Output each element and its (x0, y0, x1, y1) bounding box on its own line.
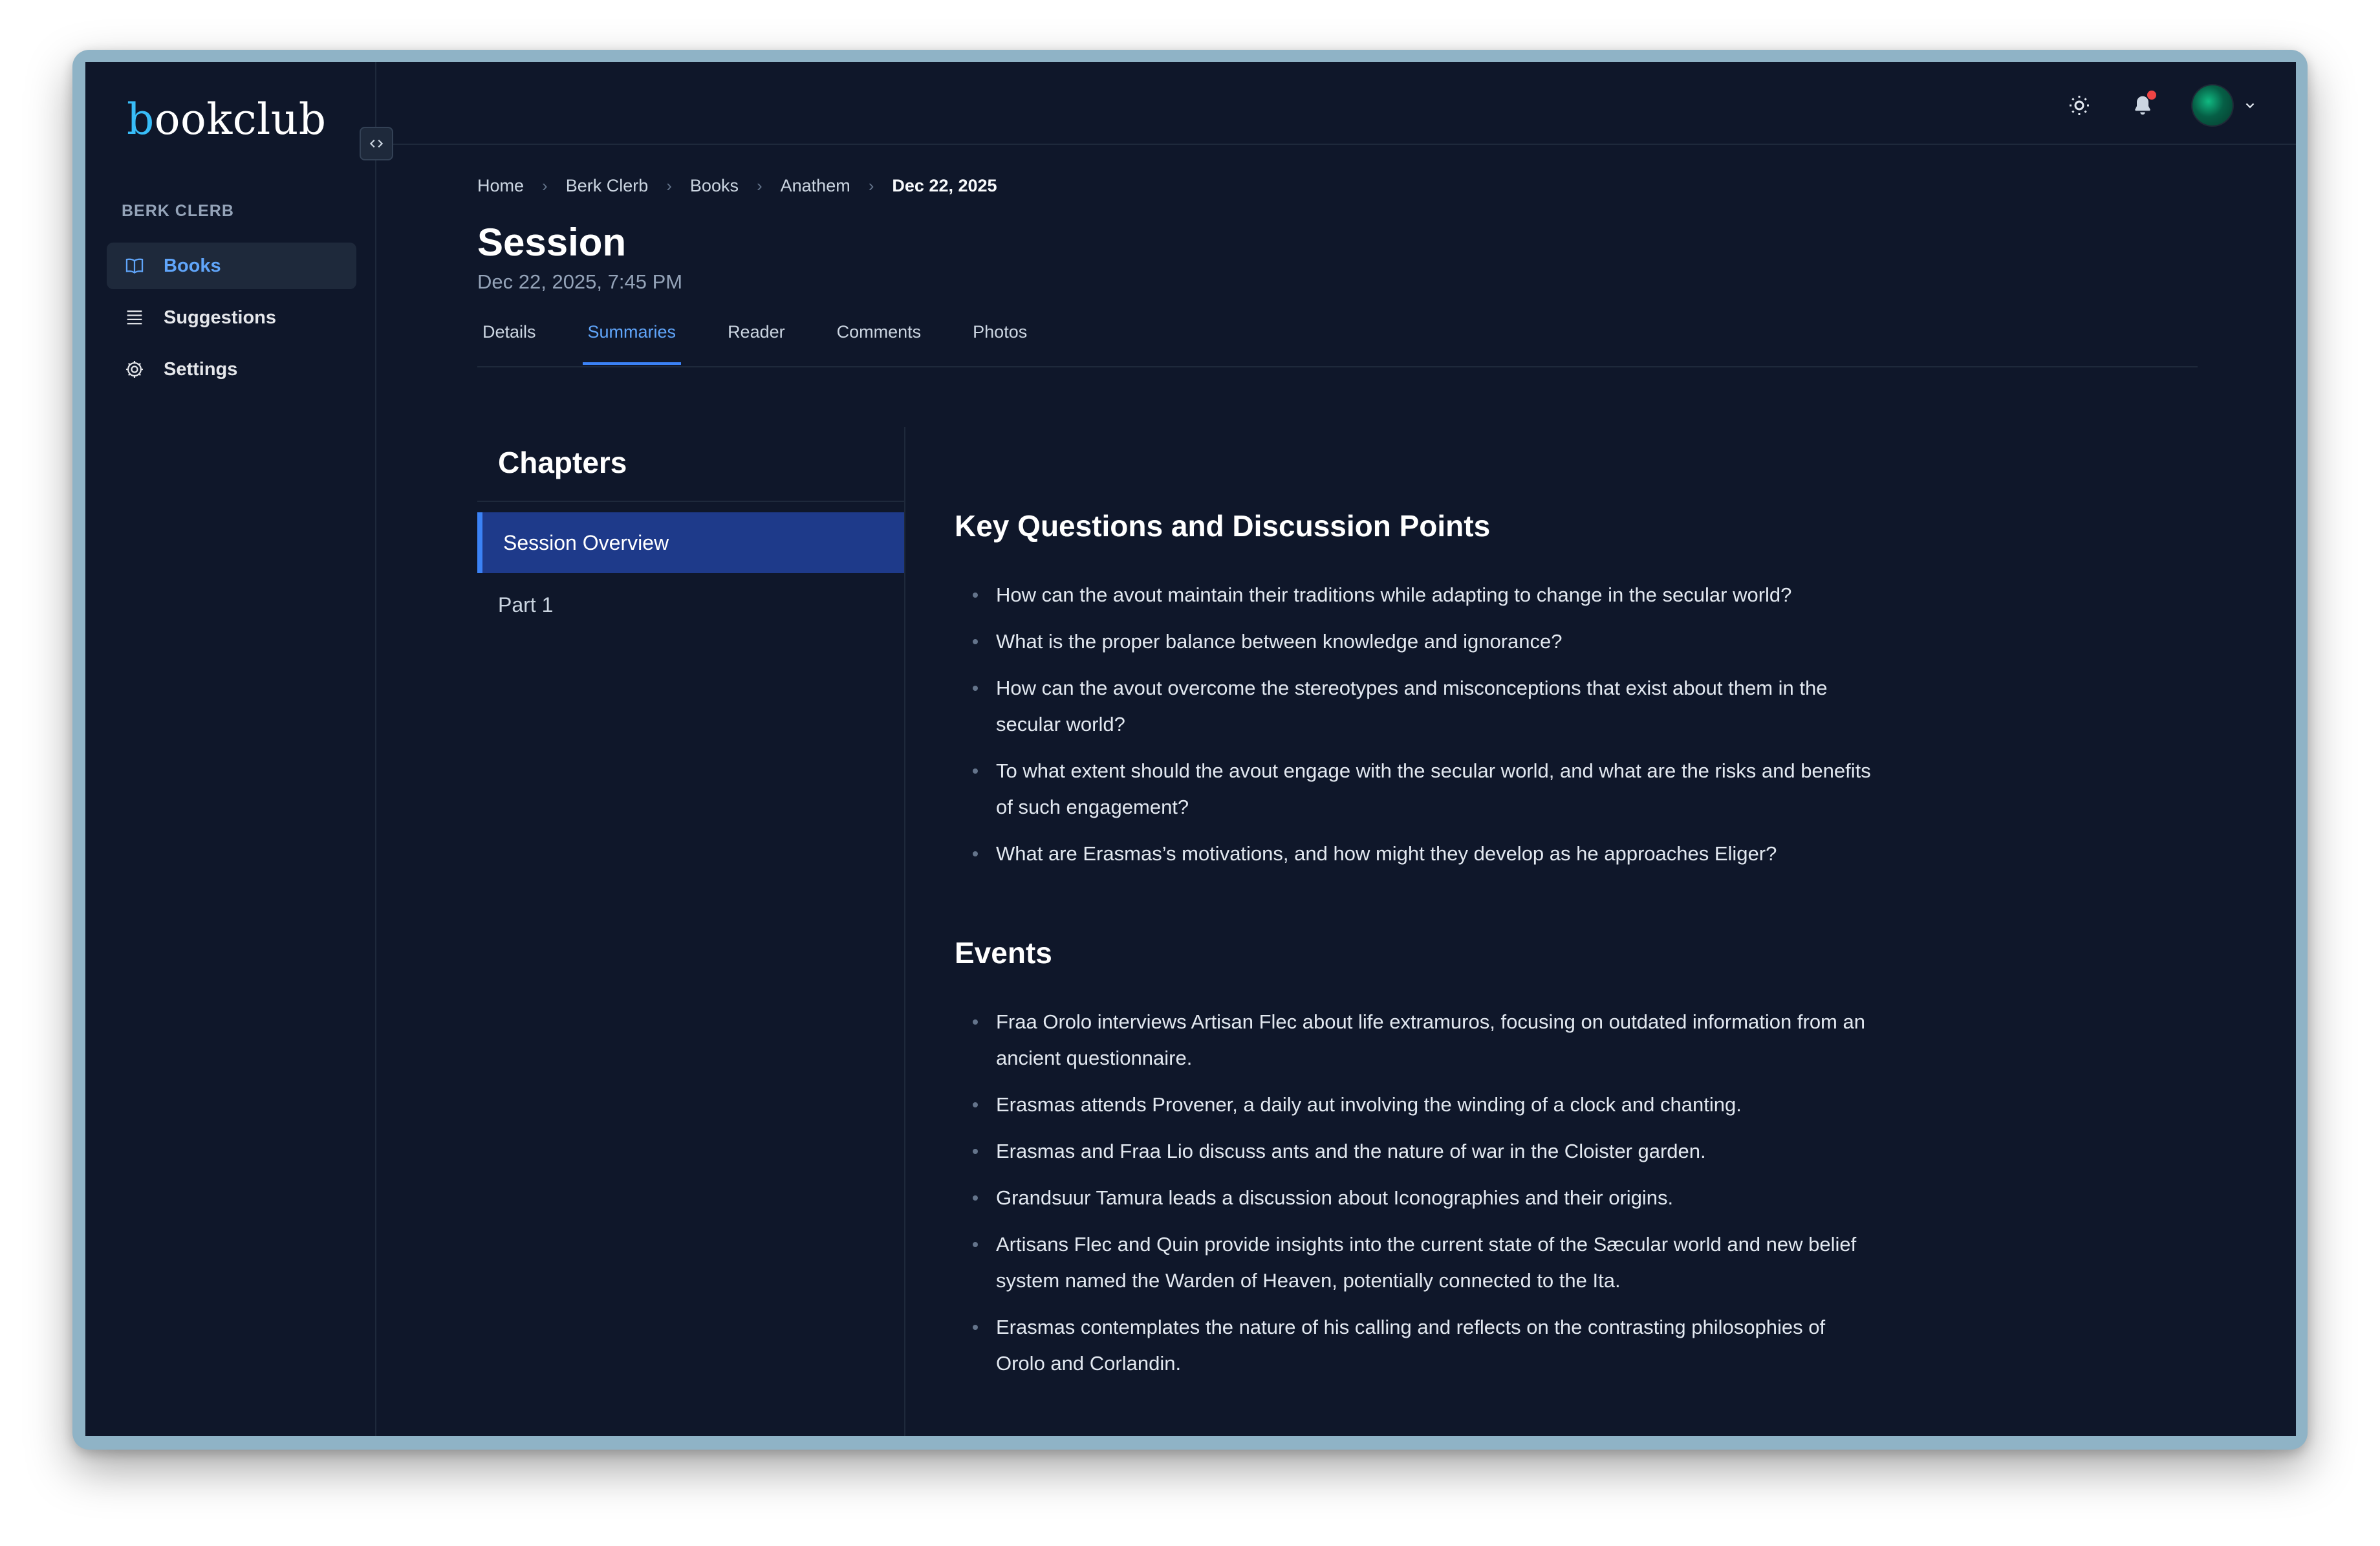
breadcrumb-book[interactable]: Anathem (781, 176, 850, 196)
notifications-button[interactable] (2128, 91, 2158, 120)
logo-mark: b (127, 94, 155, 144)
avatar[interactable] (2191, 84, 2234, 127)
divider (477, 501, 904, 502)
list-item: Grandsuur Tamura leads a discussion abou… (955, 1180, 1879, 1216)
tab-summaries[interactable]: Summaries (582, 320, 682, 365)
chevron-right-icon: › (666, 176, 672, 195)
sidebar-section-label: BERK CLERB (122, 202, 234, 220)
summary-content: Key Questions and Discussion Points How … (955, 508, 1879, 1392)
sidebar-item-label: Suggestions (164, 307, 277, 328)
list-item: Erasmas contemplates the nature of his c… (955, 1309, 1879, 1382)
events-heading: Events (955, 936, 1052, 970)
breadcrumb-current: Dec 22, 2025 (892, 176, 997, 195)
sidebar-toggle-button[interactable] (360, 127, 393, 160)
list-item: Erasmas and Fraa Lio discuss ants and th… (955, 1133, 1879, 1170)
logo-text: ookclub (154, 94, 327, 144)
breadcrumb-club[interactable]: Berk Clerb (566, 176, 649, 196)
sun-icon (2070, 96, 2089, 115)
list-item: How can the avout maintain their traditi… (955, 577, 1879, 613)
gear-icon (122, 357, 147, 382)
tab-bar: Details Summaries Reader Comments Photos (477, 320, 2198, 367)
top-bar (376, 62, 2296, 145)
chevron-down-icon (2245, 103, 2255, 109)
app-logo[interactable]: bookclub (127, 94, 327, 144)
breadcrumb-home[interactable]: Home (477, 176, 524, 196)
list-icon (122, 305, 147, 330)
tab-photos[interactable]: Photos (968, 320, 1032, 365)
chapter-item-session-overview[interactable]: Session Overview (477, 512, 904, 573)
page-subtitle: Dec 22, 2025, 7:45 PM (477, 270, 683, 293)
list-item: Artisans Flec and Quin provide insights … (955, 1226, 1879, 1299)
breadcrumb: Home › Berk Clerb › Books › Anathem › De… (477, 176, 997, 196)
page-title: Session (477, 221, 627, 264)
list-item: How can the avout overcome the stereotyp… (955, 670, 1879, 743)
sidebar-item-label: Settings (164, 358, 238, 380)
key-questions-list: How can the avout maintain their traditi… (955, 577, 1879, 872)
sidebar-item-settings[interactable]: Settings (107, 346, 356, 393)
chapters-panel: Chapters Session Overview Part 1 (477, 427, 905, 1436)
user-menu[interactable] (2191, 84, 2257, 127)
chevron-right-icon: › (542, 176, 548, 195)
chevron-right-icon: › (756, 176, 763, 195)
chapters-heading: Chapters (498, 446, 627, 479)
sidebar-item-books[interactable]: Books (107, 243, 356, 289)
tab-comments[interactable]: Comments (832, 320, 927, 365)
sidebar-item-label: Books (164, 255, 221, 276)
top-bar-actions (2064, 84, 2257, 127)
list-item: Fraa Orolo interviews Artisan Flec about… (955, 1004, 1879, 1076)
key-questions-heading: Key Questions and Discussion Points (955, 509, 1491, 543)
list-item: What are Erasmas’s motivations, and how … (955, 836, 1879, 872)
book-icon (122, 254, 147, 278)
list-item: Erasmas attends Provener, a daily aut in… (955, 1087, 1879, 1123)
chevron-right-icon: › (868, 176, 874, 195)
list-item: To what extent should the avout engage w… (955, 753, 1879, 825)
sidebar-nav: Books Suggestions Settings (107, 243, 356, 398)
notification-dot (2147, 91, 2156, 100)
list-item: What is the proper balance between knowl… (955, 624, 1879, 660)
sidebar: bookclub BERK CLERB Books Suggestions Se… (85, 62, 376, 1436)
events-list: Fraa Orolo interviews Artisan Flec about… (955, 1004, 1879, 1382)
theme-toggle-button[interactable] (2064, 91, 2094, 120)
tab-reader[interactable]: Reader (722, 320, 790, 365)
app-window: bookclub BERK CLERB Books Suggestions Se… (85, 62, 2296, 1436)
sidebar-item-suggestions[interactable]: Suggestions (107, 294, 356, 341)
code-chevrons-icon (369, 139, 384, 148)
tab-details[interactable]: Details (477, 320, 541, 365)
breadcrumb-books[interactable]: Books (690, 176, 739, 196)
chapter-item-part-1[interactable]: Part 1 (477, 574, 904, 635)
